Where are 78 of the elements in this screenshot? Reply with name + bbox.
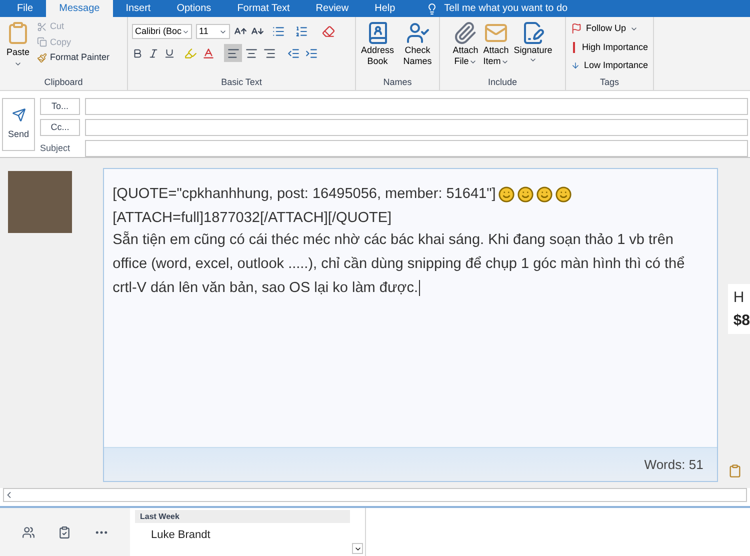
group-label: Names <box>383 76 412 88</box>
lightbulb-icon <box>426 2 438 14</box>
group-label: Clipboard <box>44 76 83 89</box>
tasks-icon[interactable] <box>58 526 70 538</box>
ribbon-tab[interactable]: Insert <box>112 0 164 17</box>
ribbon-button[interactable]: Address Book <box>360 21 396 67</box>
copy-icon <box>37 37 47 48</box>
cc-field[interactable] <box>85 119 748 136</box>
message-paragraph: Sẵn tiện em cũng có cái théc méc nhờ các bác khai sáng. Khi đang soạn thảo 1 vb trên office (word, excel, outlook .....), chỉ cần dùng snipping để chụp 1 góc màn hình thì có thể crtl-V dán lên văn bản, sao OS lại ko làm được. <box>112 230 686 298</box>
align-left-icon <box>226 46 240 60</box>
cc-button[interactable]: Cc... <box>40 119 80 136</box>
ribbon-button[interactable]: Attach File <box>452 21 480 67</box>
font-color-icon[interactable] <box>202 46 215 60</box>
align-right-icon <box>262 46 276 60</box>
tag-button[interactable]: Low Importance <box>571 59 648 72</box>
subject-label: Subject <box>40 142 72 155</box>
align-center-icon <box>244 46 258 60</box>
format-painter-button[interactable]: Format Painter <box>37 51 110 64</box>
exclamation-icon <box>571 42 578 53</box>
italic-icon[interactable] <box>148 48 159 58</box>
mail-sender[interactable]: Luke Brandt <box>135 527 365 544</box>
scissors-icon <box>37 22 47 32</box>
bold-icon[interactable] <box>132 48 143 58</box>
send-icon <box>12 108 26 122</box>
envelope-icon <box>484 21 508 45</box>
signature-icon <box>521 21 546 45</box>
down-arrow-icon <box>571 60 580 72</box>
subject-field[interactable] <box>85 140 748 157</box>
group-header[interactable]: Last Week <box>135 510 350 523</box>
send-button[interactable]: Send <box>2 98 35 151</box>
photo-placeholder <box>8 171 72 233</box>
card-price: $8 <box>733 310 750 330</box>
paperclip-icon <box>453 21 478 45</box>
smiley-icon <box>554 186 572 202</box>
check-names-icon <box>406 21 430 45</box>
clipboard-icon <box>6 20 30 46</box>
increase-indent-icon[interactable] <box>305 46 318 60</box>
tag-button[interactable]: Follow Up <box>571 22 648 36</box>
align-button[interactable] <box>224 44 242 62</box>
to-button[interactable]: To... <box>40 98 80 115</box>
tell-me-field[interactable]: Tell me what you want to do <box>444 1 624 16</box>
caret-icon <box>529 56 538 64</box>
group-label: Basic Text <box>221 76 262 88</box>
paintbrush-icon <box>37 52 47 63</box>
eraser-icon[interactable] <box>322 25 335 38</box>
ribbon-tab[interactable]: Help <box>362 0 408 17</box>
ribbon-button[interactable]: Attach Item <box>482 21 510 67</box>
numbering-icon[interactable] <box>295 25 308 38</box>
underline-icon[interactable] <box>164 48 175 58</box>
quote-text: [QUOTE="cpkhanhhung, post: 16495056, member: 51641"] <box>112 185 496 204</box>
paste-button[interactable]: Paste <box>3 20 33 68</box>
ribbon-tab[interactable]: Review <box>302 0 362 17</box>
card-text: H <box>733 288 746 308</box>
ribbon-button[interactable]: Signature <box>512 21 554 67</box>
paste-options-icon[interactable] <box>728 464 742 478</box>
people-icon[interactable] <box>22 526 34 538</box>
ribbon-tab[interactable]: File <box>4 0 46 17</box>
to-field[interactable] <box>85 98 748 115</box>
smiley-icon <box>536 186 553 202</box>
bullets-icon[interactable] <box>272 25 285 38</box>
flag-icon <box>571 23 582 34</box>
horizontal-scrollbar[interactable] <box>3 488 747 502</box>
scroll-down-button[interactable] <box>352 543 363 554</box>
group-label: Tags <box>600 76 619 89</box>
ribbon-tab[interactable]: Message <box>46 0 113 17</box>
decrease-indent-icon[interactable] <box>287 46 300 60</box>
caret-icon <box>182 28 189 36</box>
ribbon-tab[interactable]: Options <box>164 0 224 17</box>
font-size-dropdown[interactable]: 11 <box>196 24 230 39</box>
font-name-dropdown[interactable]: Calibri (Boc <box>132 24 192 39</box>
tag-button[interactable]: High Importance <box>571 40 648 54</box>
group-label: Include <box>488 76 518 88</box>
ribbon-tab[interactable]: Format Text <box>224 0 303 17</box>
smiley-icon <box>498 186 515 202</box>
attach-text: [ATTACH=full]1877032[/ATTACH][/QUOTE] <box>112 209 393 228</box>
smiley-icon <box>516 186 534 202</box>
word-count: Words: 51 <box>644 456 704 474</box>
ribbon-button[interactable]: Check Names <box>400 21 436 67</box>
